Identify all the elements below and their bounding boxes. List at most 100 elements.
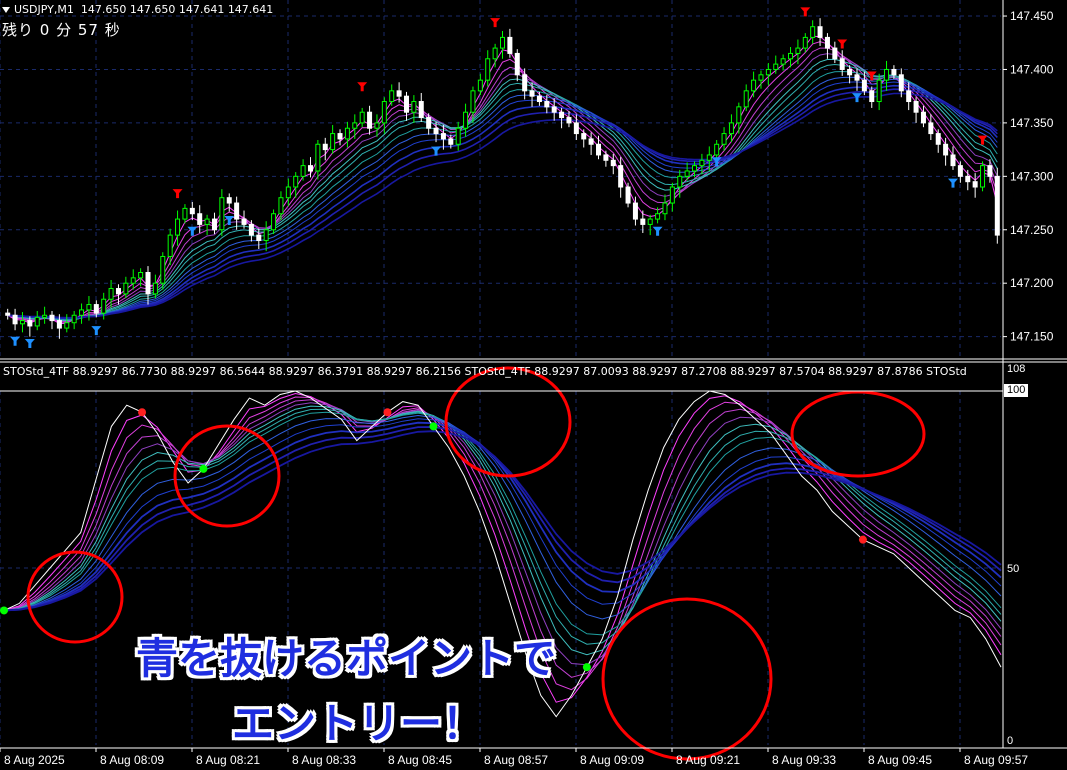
candle-body xyxy=(86,304,92,311)
candle-body xyxy=(640,218,646,225)
highlight-circle xyxy=(444,366,572,478)
candle-body xyxy=(71,314,77,324)
candle-body xyxy=(566,117,572,124)
candle-body xyxy=(625,186,631,204)
candle-body xyxy=(485,58,491,81)
candle-body xyxy=(906,90,912,103)
up-arrow-icon xyxy=(10,336,21,346)
candle-body xyxy=(248,223,254,236)
candle-body xyxy=(56,320,62,329)
candle-body xyxy=(876,79,882,103)
candle-body xyxy=(115,288,121,295)
candle-body xyxy=(278,197,284,215)
candle-body xyxy=(861,79,867,92)
candle-body xyxy=(965,175,971,183)
candle-body xyxy=(839,58,845,70)
candle-body xyxy=(957,165,963,177)
time-tick-label: 8 Aug 09:21 xyxy=(676,753,740,767)
overlay-text-line1: 青を抜けるポイントで xyxy=(136,634,557,683)
candle-body xyxy=(123,282,129,295)
time-tick-label: 8 Aug 08:45 xyxy=(388,753,452,767)
candle-body xyxy=(285,186,291,199)
dropdown-triangle-icon[interactable] xyxy=(2,7,10,13)
ma-line xyxy=(7,53,998,322)
candle-body xyxy=(130,277,136,284)
price-tick-label: 147.400 xyxy=(1010,62,1054,76)
candle-body xyxy=(152,282,158,295)
candle-body xyxy=(322,143,328,151)
candle-body xyxy=(773,63,779,70)
overlay-text-line2: エントリー！ xyxy=(232,699,485,748)
candle-body xyxy=(758,74,764,81)
candle-body xyxy=(684,170,690,177)
candle-body xyxy=(980,165,986,188)
candle-body xyxy=(854,74,860,81)
candle-body xyxy=(935,133,941,145)
time-tick-label: 8 Aug 08:33 xyxy=(292,753,356,767)
candle-body xyxy=(307,165,313,172)
candle-body xyxy=(448,138,454,145)
candle-body xyxy=(271,213,277,231)
candle-body xyxy=(507,36,513,54)
candle-body xyxy=(928,122,934,135)
candle-body xyxy=(263,229,269,241)
candle-body xyxy=(138,272,144,279)
candle-body xyxy=(987,165,993,177)
candle-body xyxy=(330,133,336,151)
candle-body xyxy=(167,234,173,257)
candle-body xyxy=(950,154,956,167)
candle-body xyxy=(884,68,890,81)
down-arrow-icon xyxy=(172,189,183,199)
candle-body xyxy=(27,320,33,327)
candle-body xyxy=(994,175,1000,236)
down-arrow-icon xyxy=(490,18,501,28)
candle-body xyxy=(817,26,823,38)
indicator-tick-label: 0 xyxy=(1007,735,1013,747)
sto-ma-line xyxy=(3,405,1002,656)
candle-body xyxy=(197,213,203,225)
candle-body xyxy=(5,312,11,316)
ma-line xyxy=(7,41,998,323)
candle-body xyxy=(108,288,114,300)
candle-body xyxy=(632,202,638,220)
candle-body xyxy=(891,68,897,76)
ma-line xyxy=(7,47,998,323)
candle-body xyxy=(101,298,107,314)
candle-body xyxy=(492,47,498,60)
candle-body xyxy=(728,122,734,135)
candle-body xyxy=(618,165,624,188)
candle-body xyxy=(500,36,505,49)
ohlc-prices: 147.650 147.650 147.641 147.641 xyxy=(80,3,274,16)
candle-body xyxy=(455,127,461,145)
candle-body xyxy=(34,316,40,327)
candle-body xyxy=(315,143,321,172)
candle-body xyxy=(522,74,528,92)
candle-body xyxy=(603,154,609,161)
candle-body xyxy=(869,90,875,103)
candle-body xyxy=(19,320,25,325)
candle-body xyxy=(367,111,373,129)
candle-body xyxy=(344,127,350,140)
sto-signal-dot xyxy=(858,535,867,544)
down-arrow-icon xyxy=(800,7,811,17)
candle-body xyxy=(551,106,557,113)
candle-body xyxy=(692,165,698,172)
candle-body xyxy=(337,133,343,140)
candle-body xyxy=(721,133,727,145)
candle-body xyxy=(714,143,720,156)
candle-body xyxy=(79,309,85,316)
candle-body xyxy=(470,90,476,113)
candle-body xyxy=(662,202,668,215)
indicator-header: STOStd_4TF 88.9297 86.7730 88.9297 86.56… xyxy=(3,365,967,378)
candle-body xyxy=(751,79,757,92)
price-tick-label: 147.150 xyxy=(1010,330,1054,344)
candle-body xyxy=(824,36,830,49)
up-arrow-icon xyxy=(224,216,235,226)
price-tick-label: 147.350 xyxy=(1010,116,1054,130)
candle-body xyxy=(463,111,469,129)
candle-body xyxy=(381,101,387,124)
up-arrow-icon xyxy=(24,338,35,348)
candle-body xyxy=(49,314,55,322)
candle-body xyxy=(182,207,188,220)
candle-body xyxy=(559,111,565,119)
